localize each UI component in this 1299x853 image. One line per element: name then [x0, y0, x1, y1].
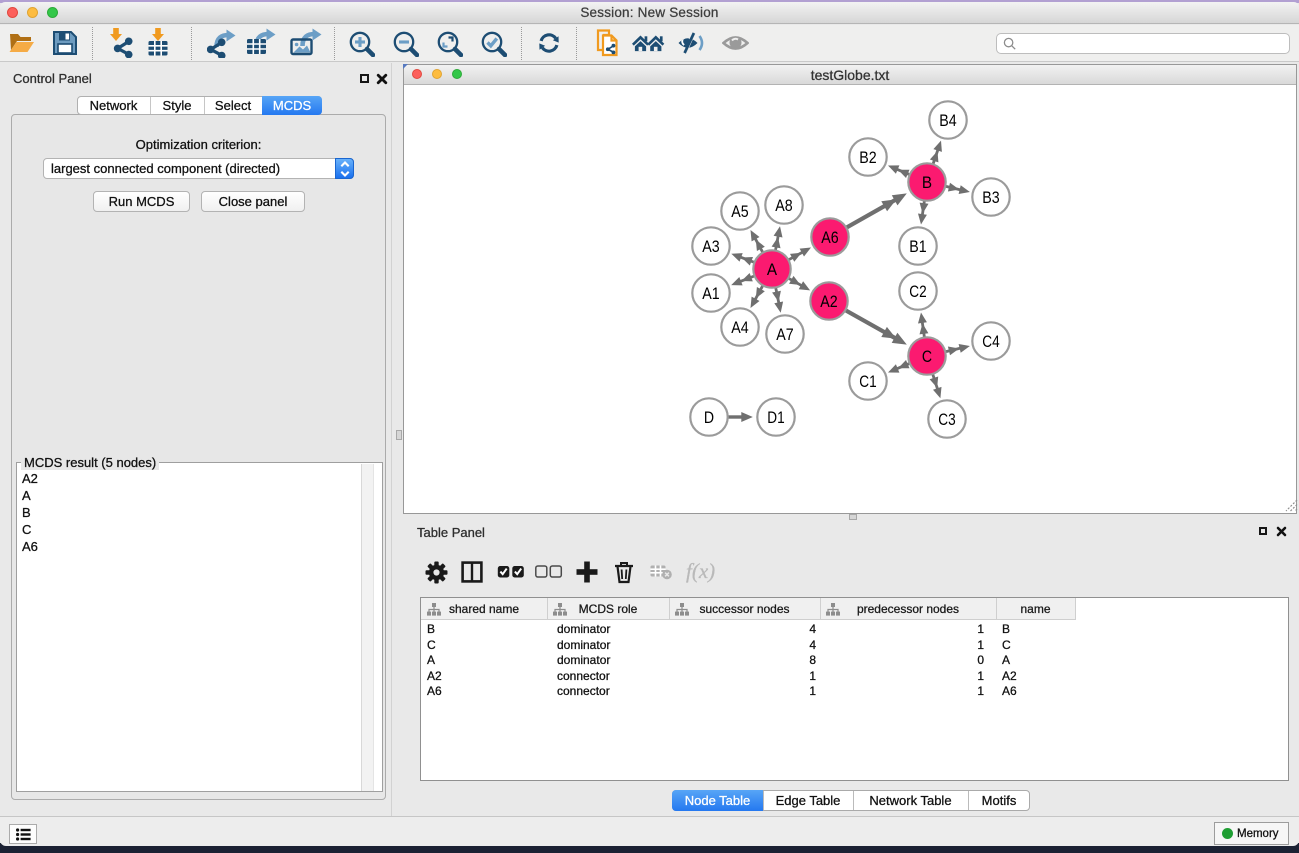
svg-text:A4: A4 [731, 319, 748, 337]
svg-text:A7: A7 [776, 326, 793, 344]
svg-text:B: B [922, 174, 932, 192]
svg-text:A: A [767, 261, 777, 279]
svg-text:C: C [922, 348, 932, 366]
svg-text:B4: B4 [939, 112, 956, 130]
svg-text:B1: B1 [909, 238, 926, 256]
svg-text:A1: A1 [702, 285, 719, 303]
svg-text:C1: C1 [859, 373, 876, 391]
svg-text:C4: C4 [982, 333, 999, 351]
svg-text:D1: D1 [767, 409, 784, 427]
svg-text:B3: B3 [982, 189, 999, 207]
svg-text:C3: C3 [938, 411, 955, 429]
svg-text:A8: A8 [775, 197, 792, 215]
svg-text:C2: C2 [909, 283, 926, 301]
svg-text:B2: B2 [859, 149, 876, 167]
svg-text:D: D [704, 409, 714, 427]
svg-text:A2: A2 [820, 293, 837, 311]
svg-text:A3: A3 [702, 238, 719, 256]
svg-text:A6: A6 [821, 229, 838, 247]
svg-text:A5: A5 [731, 203, 748, 221]
